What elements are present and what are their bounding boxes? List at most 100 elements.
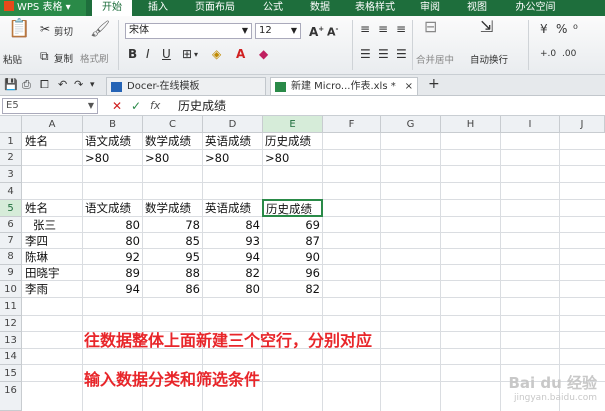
confirm-edit-icon[interactable]: ✓ bbox=[131, 99, 141, 113]
clear-format-icon[interactable]: ◆ bbox=[259, 47, 268, 61]
row-header-9[interactable]: 9 bbox=[0, 265, 22, 281]
cell-c6[interactable]: 78 bbox=[143, 217, 202, 233]
cell-e8[interactable]: 90 bbox=[263, 249, 322, 265]
cell-e6[interactable]: 69 bbox=[263, 217, 322, 233]
row-header-4[interactable]: 4 bbox=[0, 183, 22, 200]
select-all-corner[interactable] bbox=[0, 116, 22, 133]
cut-icon[interactable]: ✂ bbox=[40, 22, 50, 36]
cell-e7[interactable]: 87 bbox=[263, 233, 322, 249]
quick-access-dropdown-icon[interactable]: ▾ bbox=[90, 78, 95, 92]
cell-a7[interactable]: 李四 bbox=[23, 233, 50, 249]
menu-review[interactable]: 审阅 bbox=[415, 0, 445, 16]
cell-d8[interactable]: 94 bbox=[203, 249, 262, 265]
menu-table-style[interactable]: 表格样式 bbox=[350, 0, 400, 16]
close-tab-icon[interactable]: × bbox=[405, 78, 413, 96]
merge-center-icon[interactable]: ⊟ bbox=[424, 19, 437, 35]
cell-b5[interactable]: 语文成绩 bbox=[83, 200, 133, 217]
column-header-h[interactable]: H bbox=[441, 116, 501, 133]
increase-decimal-icon[interactable]: +.0 bbox=[540, 47, 556, 61]
cell-c8[interactable]: 95 bbox=[143, 249, 202, 265]
menu-view[interactable]: 视图 bbox=[462, 0, 492, 16]
row-header-1[interactable]: 1 bbox=[0, 133, 22, 150]
cell-d9[interactable]: 82 bbox=[203, 265, 262, 281]
row-header-13[interactable]: 13 bbox=[0, 332, 22, 349]
cell-a5[interactable]: 姓名 bbox=[23, 200, 50, 217]
menu-insert[interactable]: 插入 bbox=[142, 0, 174, 16]
new-tab-icon[interactable]: + bbox=[428, 77, 440, 91]
insert-function-button[interactable]: fx bbox=[150, 99, 160, 113]
align-left-icon[interactable]: ☰ bbox=[360, 47, 371, 61]
tab-workbook[interactable]: 新建 Micro...作表.xls * × bbox=[270, 77, 418, 95]
auto-wrap-button[interactable]: 自动换行 bbox=[470, 52, 508, 66]
format-painter-icon[interactable]: 🖌 bbox=[90, 21, 110, 37]
cell-e10[interactable]: 82 bbox=[263, 281, 322, 298]
comma-style-icon[interactable]: ⁰ bbox=[573, 22, 578, 36]
percent-icon[interactable]: % bbox=[556, 22, 567, 36]
align-bottom-icon[interactable]: ≡ bbox=[396, 22, 406, 36]
cell-a9[interactable]: 田晓宇 bbox=[23, 265, 62, 281]
cell-e1[interactable]: 历史成绩 bbox=[263, 133, 313, 150]
column-header-c[interactable]: C bbox=[143, 116, 203, 133]
redo-icon[interactable]: ↷ bbox=[74, 78, 83, 92]
align-right-icon[interactable]: ☰ bbox=[396, 47, 407, 61]
print-preview-icon[interactable]: ⧠ bbox=[40, 78, 49, 92]
row-header-14[interactable]: 14 bbox=[0, 349, 22, 365]
row-header-7[interactable]: 7 bbox=[0, 233, 22, 249]
cell-b9[interactable]: 89 bbox=[83, 265, 142, 281]
cell-e9[interactable]: 96 bbox=[263, 265, 322, 281]
border-icon[interactable]: ⊞ bbox=[182, 47, 192, 61]
increase-font-icon[interactable]: A+ bbox=[309, 22, 324, 39]
bold-icon[interactable]: B bbox=[128, 47, 137, 61]
row-header-11[interactable]: 11 bbox=[0, 298, 22, 316]
cell-d10[interactable]: 80 bbox=[203, 281, 262, 298]
cell-c1[interactable]: 数学成绩 bbox=[143, 133, 193, 150]
row-header-15[interactable]: 15 bbox=[0, 365, 22, 382]
cell-d2[interactable]: >80 bbox=[203, 150, 231, 166]
cell-c2[interactable]: >80 bbox=[143, 150, 171, 166]
cell-a1[interactable]: 姓名 bbox=[23, 133, 50, 150]
cell-e2[interactable]: >80 bbox=[263, 150, 291, 166]
column-header-f[interactable]: F bbox=[323, 116, 381, 133]
row-header-6[interactable]: 6 bbox=[0, 217, 22, 233]
copy-icon[interactable]: ⧉ bbox=[40, 49, 49, 63]
cell-c7[interactable]: 85 bbox=[143, 233, 202, 249]
fill-color-icon[interactable]: ◈ bbox=[212, 47, 221, 61]
column-header-d[interactable]: D bbox=[203, 116, 263, 133]
format-painter-button[interactable]: 格式刷 bbox=[80, 51, 109, 65]
cell-b1[interactable]: 语文成绩 bbox=[83, 133, 133, 150]
currency-icon[interactable]: ¥ bbox=[540, 22, 548, 36]
undo-icon[interactable]: ↶ bbox=[58, 78, 67, 92]
column-header-b[interactable]: B bbox=[83, 116, 143, 133]
row-header-2[interactable]: 2 bbox=[0, 150, 22, 166]
row-header-5[interactable]: 5 bbox=[0, 200, 22, 217]
row-header-8[interactable]: 8 bbox=[0, 249, 22, 265]
cell-b10[interactable]: 94 bbox=[83, 281, 142, 298]
column-header-i[interactable]: I bbox=[501, 116, 560, 133]
cell-b8[interactable]: 92 bbox=[83, 249, 142, 265]
italic-icon[interactable]: I bbox=[146, 47, 150, 61]
cell-d1[interactable]: 英语成绩 bbox=[203, 133, 253, 150]
column-header-g[interactable]: G bbox=[381, 116, 441, 133]
cell-b7[interactable]: 80 bbox=[83, 233, 142, 249]
decrease-font-icon[interactable]: A- bbox=[327, 22, 338, 40]
font-name-select[interactable]: 宋体 ▼ bbox=[125, 23, 252, 39]
cancel-edit-icon[interactable]: ✕ bbox=[112, 99, 122, 113]
cell-c10[interactable]: 86 bbox=[143, 281, 202, 298]
cell-d5[interactable]: 英语成绩 bbox=[203, 200, 253, 217]
menu-home[interactable]: 开始 bbox=[92, 0, 132, 16]
cell-d7[interactable]: 93 bbox=[203, 233, 262, 249]
row-header-16[interactable]: 16 bbox=[0, 382, 22, 411]
cell-c5[interactable]: 数学成绩 bbox=[143, 200, 193, 217]
font-color-icon[interactable]: A bbox=[236, 47, 245, 61]
cell-e5-selected[interactable]: 历史成绩 bbox=[262, 199, 323, 217]
quick-save-icon[interactable]: 💾 bbox=[4, 78, 18, 92]
tab-docer-templates[interactable]: Docer-在线模板 bbox=[106, 77, 266, 95]
column-header-j[interactable]: J bbox=[560, 116, 605, 133]
print-icon[interactable]: ⎙ bbox=[22, 78, 31, 92]
cell-a8[interactable]: 陈琳 bbox=[23, 249, 50, 265]
copy-button[interactable]: 复制 bbox=[54, 51, 73, 65]
align-center-icon[interactable]: ☰ bbox=[378, 47, 389, 61]
cell-a6[interactable]: 张三 bbox=[31, 217, 58, 233]
align-middle-icon[interactable]: ≡ bbox=[378, 22, 388, 36]
menu-formula[interactable]: 公式 bbox=[258, 0, 288, 16]
